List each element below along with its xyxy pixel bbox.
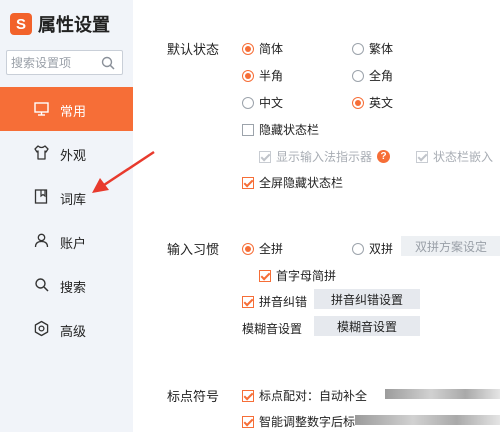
blurred-text-redaction <box>385 389 500 399</box>
checkbox-pinyin-correction[interactable]: 拼音纠错 <box>242 293 307 310</box>
sidebar-item-label: 外观 <box>60 148 87 163</box>
checkbox-status-bar-embed[interactable]: 状态栏嵌入 <box>416 148 493 165</box>
sidebar-item-label: 搜索 <box>60 280 87 295</box>
sidebar-item-label: 词库 <box>60 192 87 207</box>
checkbox-show-indicator[interactable]: 显示输入法指示器 ? <box>259 148 391 165</box>
fuzzy-sound-label: 模糊音设置 <box>242 322 303 336</box>
app-title: 属性设置 <box>38 15 110 35</box>
checkbox-initial-abbrev[interactable]: 首字母简拼 <box>259 267 336 284</box>
pinyin-correction-settings-button[interactable]: 拼音纠错设置 <box>314 289 420 309</box>
monitor-icon <box>33 100 50 117</box>
app-header: S 属性设置 <box>10 11 110 37</box>
sidebar-item-search[interactable]: 搜索 <box>0 263 133 307</box>
sidebar-item-common[interactable]: 常用 <box>0 87 133 131</box>
settings-search <box>6 50 123 75</box>
radio-half-width[interactable]: 半角 <box>242 67 283 84</box>
sidebar-item-label: 常用 <box>60 104 87 119</box>
sidebar-item-account[interactable]: 账户 <box>0 219 133 263</box>
book-icon <box>33 188 50 205</box>
section-title-punctuation: 标点符号 <box>167 389 220 404</box>
radio-simplified[interactable]: 简体 <box>242 40 283 57</box>
checkbox-punctuation-pairing[interactable]: 标点配对：自动补全 <box>242 387 367 404</box>
section-title-default-state: 默认状态 <box>167 42 220 57</box>
checkbox-smart-number-punctuation[interactable]: 智能调整数字后标 <box>242 413 355 430</box>
sidebar-item-appearance[interactable]: 外观 <box>0 131 133 175</box>
sidebar: S 属性设置 常用 外观 词库 账户 搜索 <box>0 0 133 432</box>
radio-full-width[interactable]: 全角 <box>352 67 393 84</box>
radio-chinese[interactable]: 中文 <box>242 94 283 111</box>
sidebar-item-dictionary[interactable]: 词库 <box>0 175 133 219</box>
help-icon[interactable]: ? <box>377 150 391 163</box>
radio-traditional[interactable]: 繁体 <box>352 40 393 57</box>
sogou-logo: S <box>10 13 32 35</box>
search-icon <box>33 276 50 293</box>
search-icon[interactable] <box>101 56 115 75</box>
section-title-input-habit: 输入习惯 <box>167 242 220 257</box>
sidebar-item-label: 高级 <box>60 324 87 339</box>
radio-double-pinyin[interactable]: 双拼 <box>352 240 393 257</box>
gear-icon <box>33 320 50 337</box>
radio-full-pinyin[interactable]: 全拼 <box>242 240 283 257</box>
radio-english[interactable]: 英文 <box>352 94 393 111</box>
sidebar-item-advanced[interactable]: 高级 <box>0 307 133 351</box>
fuzzy-sound-settings-button[interactable]: 模糊音设置 <box>314 316 420 336</box>
checkbox-fullscreen-hide[interactable]: 全屏隐藏状态栏 <box>242 174 343 191</box>
user-icon <box>33 232 50 249</box>
settings-panel: 默认状态 简体 繁体 半角 全角 中文 英文 隐藏状态栏 显示输入法指示器 ? … <box>133 0 500 432</box>
blurred-text-redaction <box>355 415 500 425</box>
search-input[interactable] <box>11 51 99 74</box>
shirt-icon <box>33 144 50 161</box>
sidebar-item-label: 账户 <box>60 236 87 251</box>
double-pinyin-scheme-button[interactable]: 双拼方案设定 <box>401 236 500 256</box>
checkbox-hide-status-bar[interactable]: 隐藏状态栏 <box>242 121 319 138</box>
